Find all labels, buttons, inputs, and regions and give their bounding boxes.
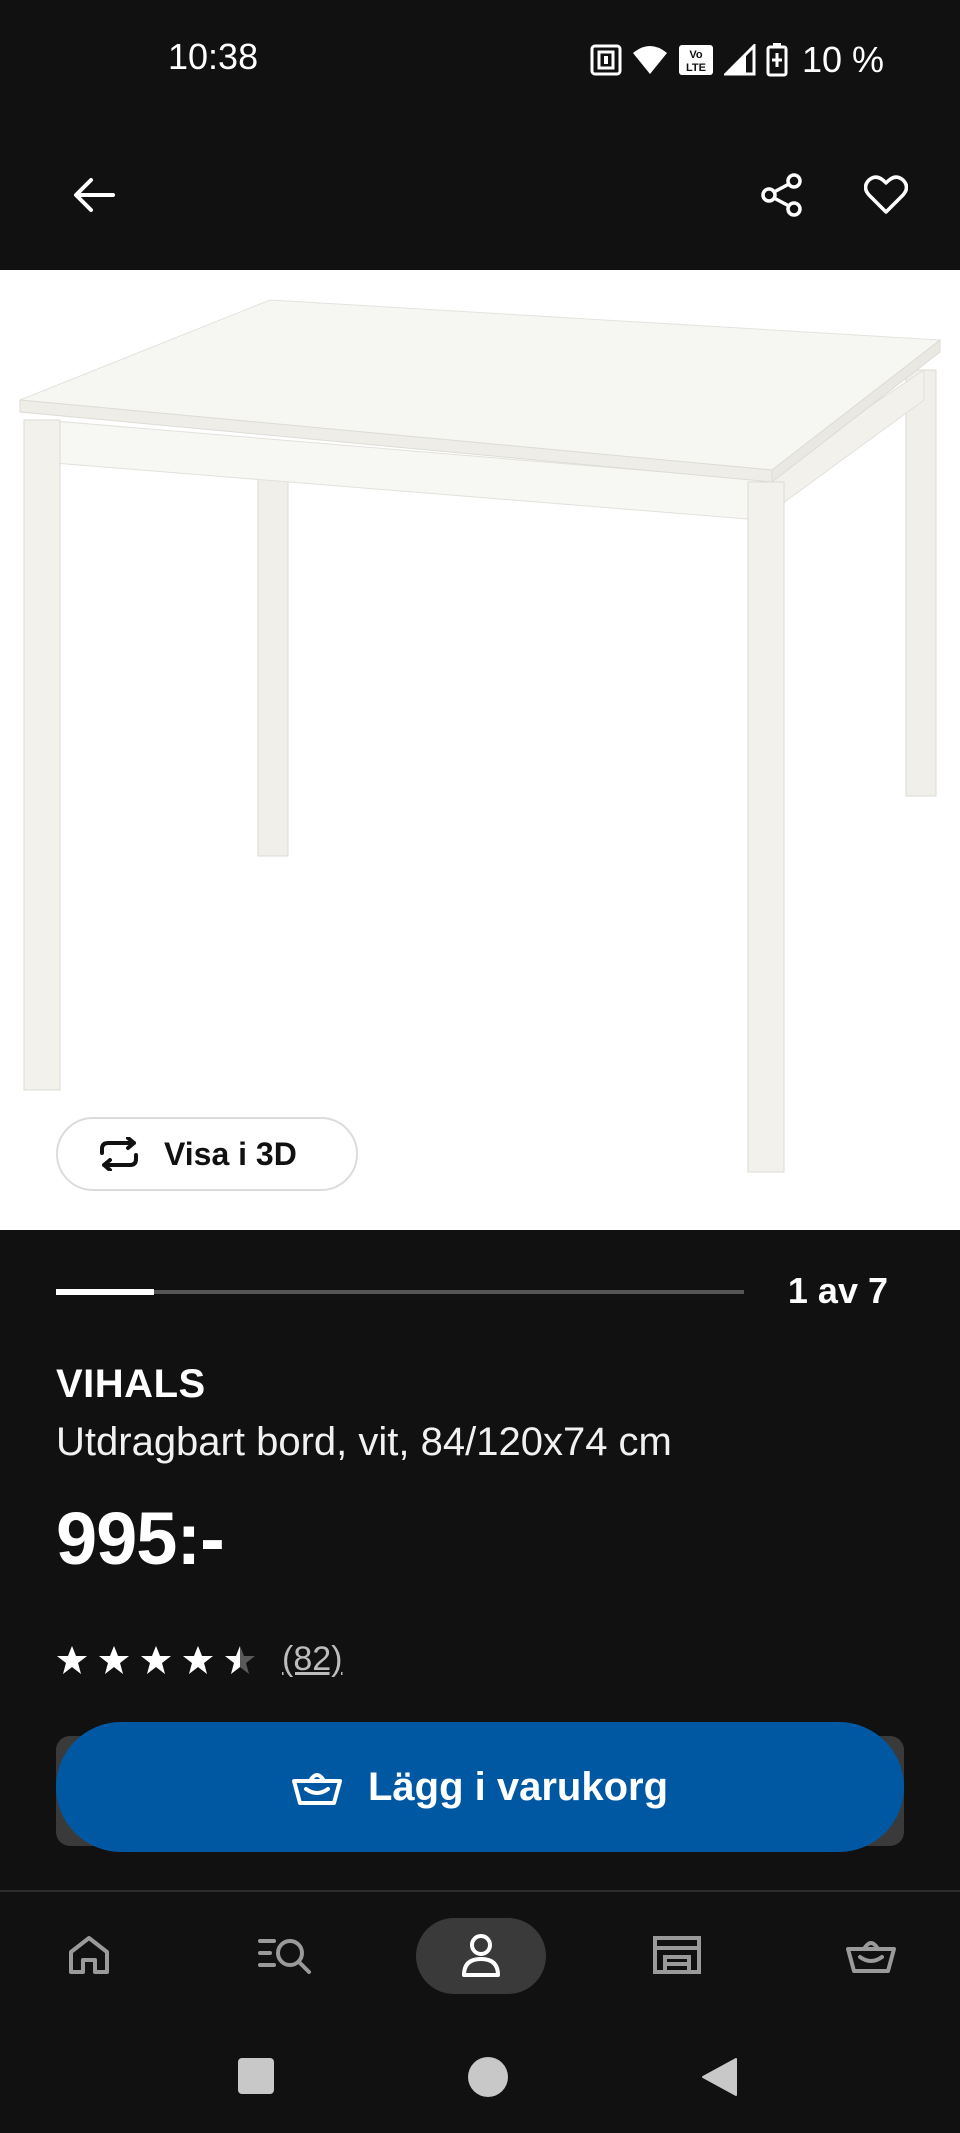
- status-icons: Vo LTE 10 %: [590, 39, 884, 80]
- product-price: 995:-: [56, 1497, 225, 1580]
- nav-basket[interactable]: [806, 1917, 936, 1993]
- favorite-button[interactable]: [846, 155, 926, 235]
- product-image[interactable]: [0, 270, 960, 1230]
- battery-icon: [766, 43, 788, 77]
- view-3d-label: Visa i 3D: [164, 1135, 297, 1172]
- gallery-page-indicator: 1 av 7: [787, 1270, 888, 1311]
- add-to-cart-button[interactable]: Lägg i varukorg: [56, 1722, 904, 1852]
- recents-button[interactable]: [238, 2058, 274, 2099]
- gallery-progress-fill: [56, 1289, 154, 1295]
- back-button[interactable]: [54, 155, 134, 235]
- search-list-icon: [258, 1939, 311, 1974]
- back-triangle-icon: [702, 2058, 737, 2096]
- svg-text:Vo: Vo: [689, 49, 703, 61]
- star-icon: [99, 1645, 129, 1674]
- star-icon: [183, 1645, 213, 1674]
- nav-search[interactable]: [220, 1917, 350, 1993]
- home-circle-icon: [468, 2057, 508, 2097]
- status-time: 10:38: [168, 36, 259, 77]
- nav-profile[interactable]: [416, 1917, 546, 1993]
- table-image: [19, 299, 942, 1173]
- nav-home[interactable]: [24, 1917, 154, 1993]
- share-icon: [761, 173, 802, 217]
- back-arrow-icon: [74, 178, 115, 212]
- recents-icon: [238, 2058, 274, 2094]
- nfc-icon: [590, 44, 622, 76]
- star-icon: [225, 1645, 255, 1674]
- rating-stars: [56, 1644, 256, 1676]
- profile-icon: [462, 1934, 500, 1977]
- rotate-3d-icon: [100, 1137, 138, 1171]
- product-rating[interactable]: (82): [56, 1640, 342, 1679]
- volte-icon: Vo LTE: [678, 45, 713, 75]
- signal-icon: [723, 44, 756, 76]
- product-name: VIHALS: [56, 1362, 206, 1406]
- back-system-button[interactable]: [700, 2057, 738, 2102]
- add-to-cart-label: Lägg i varukorg: [367, 1764, 669, 1809]
- wifi-icon: [632, 46, 667, 74]
- share-button[interactable]: [742, 155, 822, 235]
- basket-icon: [846, 1941, 896, 1973]
- review-count-link[interactable]: (82): [282, 1640, 342, 1679]
- heart-icon: [864, 175, 908, 214]
- star-icon: [57, 1645, 87, 1674]
- svg-text:LTE: LTE: [686, 62, 706, 74]
- gallery-progress-track: [56, 1290, 744, 1294]
- star-icon: [141, 1645, 171, 1674]
- view-3d-button[interactable]: Visa i 3D: [56, 1117, 358, 1191]
- product-description: Utdragbart bord, vit, 84/120x74 cm: [56, 1420, 672, 1464]
- home-icon: [69, 1936, 109, 1974]
- store-icon: [653, 1936, 701, 1974]
- home-system-button[interactable]: [467, 2056, 509, 2103]
- basket-icon: [291, 1773, 342, 1805]
- battery-percentage: 10 %: [801, 39, 884, 80]
- nav-stores[interactable]: [612, 1917, 742, 1993]
